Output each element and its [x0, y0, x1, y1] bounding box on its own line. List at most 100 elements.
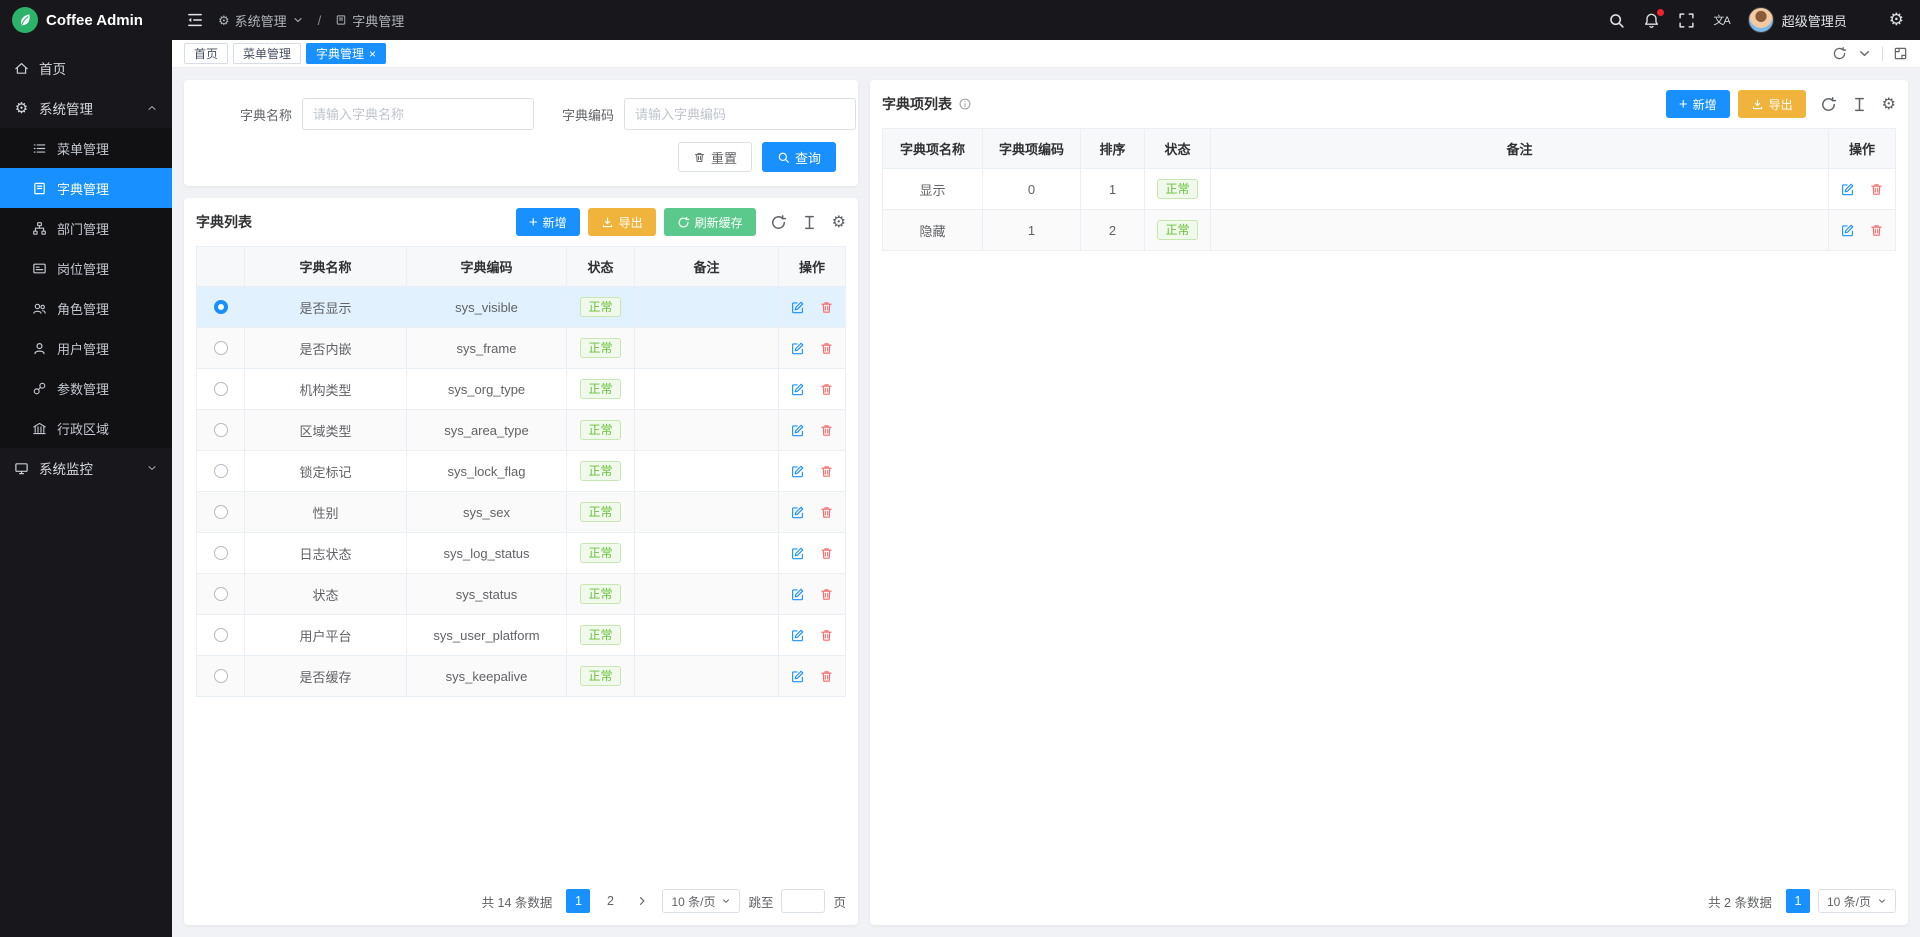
page-2[interactable]: 2	[598, 889, 622, 913]
search-icon[interactable]	[1608, 12, 1625, 29]
export-dict-button[interactable]: 导出	[588, 208, 656, 236]
table-row[interactable]: 用户平台 sys_user_platform 正常	[197, 615, 845, 656]
content: 字典名称 字典编码 重置	[172, 68, 1920, 937]
page-size-select[interactable]: 10 条/页	[662, 889, 740, 913]
next-page-icon[interactable]	[630, 889, 654, 913]
fullscreen-icon[interactable]	[1678, 12, 1695, 29]
sidebar-item-dict-mgmt[interactable]: 字典管理	[0, 168, 172, 208]
sidebar-item-monitor[interactable]: 系统监控	[0, 448, 172, 488]
tab-home[interactable]: 首页	[184, 43, 228, 64]
delete-icon[interactable]	[819, 505, 834, 520]
row-radio[interactable]	[214, 464, 228, 478]
delete-icon[interactable]	[819, 464, 834, 479]
table-row[interactable]: 是否显示 sys_visible 正常	[197, 287, 845, 328]
edit-icon[interactable]	[1840, 182, 1855, 197]
delete-icon[interactable]	[819, 546, 834, 561]
delete-icon[interactable]	[1869, 182, 1884, 197]
dict-name-input[interactable]	[302, 98, 534, 130]
refresh-table-icon[interactable]	[1820, 96, 1837, 113]
sidebar-collapse-icon[interactable]	[186, 11, 204, 29]
column-settings-icon[interactable]	[801, 214, 818, 231]
export-items-button[interactable]: 导出	[1738, 90, 1806, 118]
delete-icon[interactable]	[819, 382, 834, 397]
table-row[interactable]: 性别 sys_sex 正常	[197, 492, 845, 533]
table-row[interactable]: 日志状态 sys_log_status 正常	[197, 533, 845, 574]
delete-icon[interactable]	[819, 300, 834, 315]
reset-button[interactable]: 重置	[678, 142, 752, 172]
table-row[interactable]: 区域类型 sys_area_type 正常	[197, 410, 845, 451]
edit-icon[interactable]	[790, 300, 805, 315]
edit-icon[interactable]	[790, 669, 805, 684]
refresh-table-icon[interactable]	[770, 214, 787, 231]
edit-icon[interactable]	[790, 587, 805, 602]
breadcrumb-dict: 字典管理	[335, 11, 404, 30]
sidebar-item-menu-mgmt[interactable]: 菜单管理	[0, 128, 172, 168]
edit-icon[interactable]	[790, 341, 805, 356]
info-icon[interactable]	[958, 97, 972, 111]
add-item-button[interactable]: + 新增	[1666, 90, 1730, 118]
table-row[interactable]: 隐藏 1 2 正常	[883, 210, 1895, 251]
row-radio[interactable]	[214, 628, 228, 642]
jump-page-input[interactable]	[781, 889, 825, 913]
sidebar-item-param-mgmt[interactable]: 参数管理	[0, 368, 172, 408]
chevron-down-icon[interactable]	[1857, 46, 1872, 61]
app-logo[interactable]: Coffee Admin	[0, 0, 172, 40]
edit-icon[interactable]	[790, 382, 805, 397]
table-row[interactable]: 机构类型 sys_org_type 正常	[197, 369, 845, 410]
delete-icon[interactable]	[819, 628, 834, 643]
sidebar-item-home[interactable]: 首页	[0, 48, 172, 88]
tab-menu-mgmt[interactable]: 菜单管理	[233, 43, 301, 64]
row-radio[interactable]	[214, 546, 228, 560]
sidebar-item-user-mgmt[interactable]: 用户管理	[0, 328, 172, 368]
table-row[interactable]: 是否缓存 sys_keepalive 正常	[197, 656, 845, 697]
add-dict-button[interactable]: + 新增	[516, 208, 580, 236]
sidebar-item-region[interactable]: 行政区域	[0, 408, 172, 448]
row-radio[interactable]	[214, 423, 228, 437]
user-menu[interactable]: 超级管理员	[1748, 7, 1847, 33]
row-radio[interactable]	[214, 300, 228, 314]
sidebar-item-role-mgmt[interactable]: 角色管理	[0, 288, 172, 328]
page-1[interactable]: 1	[1786, 889, 1810, 913]
edit-icon[interactable]	[790, 628, 805, 643]
row-radio[interactable]	[214, 505, 228, 519]
table-gear-icon[interactable]: ⚙	[1882, 96, 1896, 113]
table-row[interactable]: 是否内嵌 sys_frame 正常	[197, 328, 845, 369]
dict-code-cell: sys_keepalive	[407, 656, 567, 697]
search-icon	[777, 151, 790, 164]
edit-icon[interactable]	[790, 546, 805, 561]
table-row[interactable]: 锁定标记 sys_lock_flag 正常	[197, 451, 845, 492]
page-1[interactable]: 1	[566, 889, 590, 913]
row-radio[interactable]	[214, 587, 228, 601]
delete-icon[interactable]	[819, 341, 834, 356]
query-button[interactable]: 查询	[762, 142, 836, 172]
maximize-content-icon[interactable]	[1893, 46, 1908, 61]
translate-icon[interactable]: 文A	[1713, 12, 1729, 28]
delete-icon[interactable]	[1869, 223, 1884, 238]
sidebar-item-post-mgmt[interactable]: 岗位管理	[0, 248, 172, 288]
notification-bell-icon[interactable]	[1643, 12, 1660, 29]
delete-icon[interactable]	[819, 587, 834, 602]
sidebar-item-dept-mgmt[interactable]: 部门管理	[0, 208, 172, 248]
tab-dict-mgmt[interactable]: 字典管理 ×	[306, 43, 386, 64]
row-radio[interactable]	[214, 341, 228, 355]
breadcrumb-system[interactable]: ⚙ 系统管理	[218, 11, 304, 30]
edit-icon[interactable]	[790, 464, 805, 479]
delete-icon[interactable]	[819, 669, 834, 684]
delete-icon[interactable]	[819, 423, 834, 438]
sidebar-item-system[interactable]: ⚙ 系统管理	[0, 88, 172, 128]
table-row[interactable]: 状态 sys_status 正常	[197, 574, 845, 615]
settings-gear-icon[interactable]: ⚙	[1889, 10, 1904, 30]
column-settings-icon[interactable]	[1851, 96, 1868, 113]
edit-icon[interactable]	[1840, 223, 1855, 238]
table-gear-icon[interactable]: ⚙	[832, 214, 846, 231]
edit-icon[interactable]	[790, 423, 805, 438]
row-radio[interactable]	[214, 382, 228, 396]
dict-code-input[interactable]	[624, 98, 856, 130]
edit-icon[interactable]	[790, 505, 805, 520]
table-row[interactable]: 显示 0 1 正常	[883, 169, 1895, 210]
close-icon[interactable]: ×	[369, 48, 376, 60]
refresh-page-icon[interactable]	[1832, 46, 1847, 61]
page-size-select[interactable]: 10 条/页	[1818, 889, 1896, 913]
row-radio[interactable]	[214, 669, 228, 683]
refresh-cache-button[interactable]: 刷新缓存	[664, 208, 756, 236]
